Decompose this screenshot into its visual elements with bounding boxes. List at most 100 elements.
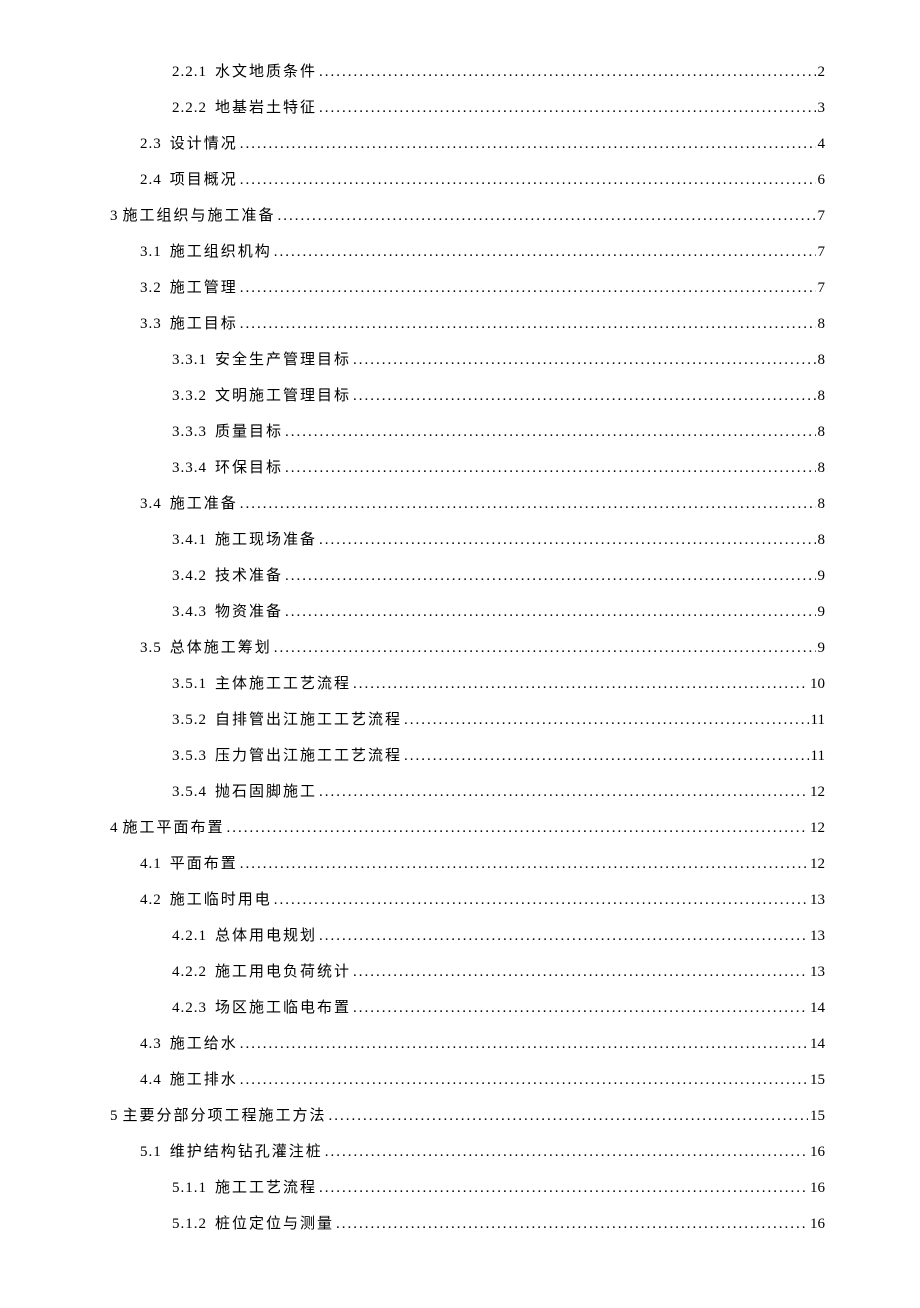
toc-section-title: 施工工艺流程 bbox=[215, 1176, 317, 1200]
toc-section-number: 4.4 bbox=[140, 1068, 162, 1092]
toc-leader-dots bbox=[319, 1176, 808, 1200]
toc-page-number: 13 bbox=[810, 960, 825, 984]
toc-entry[interactable]: 4.2.3场区施工临电布置14 bbox=[110, 996, 825, 1020]
toc-page-number: 8 bbox=[818, 384, 826, 408]
toc-leader-dots bbox=[240, 852, 808, 876]
toc-entry[interactable]: 3.4.2技术准备9 bbox=[110, 564, 825, 588]
toc-page-number: 12 bbox=[810, 852, 825, 876]
toc-page-number: 8 bbox=[818, 420, 826, 444]
toc-entry[interactable]: 2.2.2地基岩土特征3 bbox=[110, 96, 825, 120]
toc-section-number: 3 bbox=[110, 204, 119, 228]
toc-section-title: 安全生产管理目标 bbox=[215, 348, 351, 372]
toc-entry[interactable]: 5.1.2桩位定位与测量16 bbox=[110, 1212, 825, 1236]
toc-entry[interactable]: 3.4施工准备8 bbox=[110, 492, 825, 516]
toc-section-title: 施工临时用电 bbox=[170, 888, 272, 912]
toc-page-number: 9 bbox=[818, 564, 826, 588]
toc-section-number: 3.3 bbox=[140, 312, 162, 336]
toc-entry[interactable]: 3.1施工组织机构7 bbox=[110, 240, 825, 264]
toc-section-number: 3.5 bbox=[140, 636, 162, 660]
toc-section-title: 地基岩土特征 bbox=[215, 96, 317, 120]
toc-section-title: 施工现场准备 bbox=[215, 528, 317, 552]
toc-entry[interactable]: 2.2.1水文地质条件2 bbox=[110, 60, 825, 84]
toc-page-number: 16 bbox=[810, 1212, 825, 1236]
toc-page-number: 2 bbox=[818, 60, 826, 84]
toc-entry[interactable]: 4.2施工临时用电13 bbox=[110, 888, 825, 912]
toc-entry[interactable]: 3.3施工目标8 bbox=[110, 312, 825, 336]
toc-section-title: 抛石固脚施工 bbox=[215, 780, 317, 804]
toc-page-number: 16 bbox=[810, 1140, 825, 1164]
toc-page-number: 11 bbox=[811, 744, 825, 768]
toc-page-number: 7 bbox=[818, 276, 826, 300]
toc-section-title: 总体用电规划 bbox=[215, 924, 317, 948]
toc-page-number: 7 bbox=[818, 204, 826, 228]
toc-section-number: 4.1 bbox=[140, 852, 162, 876]
toc-page-number: 14 bbox=[810, 996, 825, 1020]
toc-page-number: 6 bbox=[818, 168, 826, 192]
toc-entry[interactable]: 4.3施工给水14 bbox=[110, 1032, 825, 1056]
toc-section-number: 4.2.3 bbox=[172, 996, 207, 1020]
toc-section-title: 施工用电负荷统计 bbox=[215, 960, 351, 984]
toc-entry[interactable]: 3.3.3质量目标8 bbox=[110, 420, 825, 444]
toc-page-number: 8 bbox=[818, 528, 826, 552]
toc-entry[interactable]: 2.4项目概况6 bbox=[110, 168, 825, 192]
toc-section-number: 3.5.2 bbox=[172, 708, 207, 732]
toc-entry[interactable]: 2.3设计情况4 bbox=[110, 132, 825, 156]
toc-page-number: 8 bbox=[818, 456, 826, 480]
toc-section-title: 物资准备 bbox=[215, 600, 283, 624]
toc-leader-dots bbox=[336, 1212, 808, 1236]
toc-leader-dots bbox=[285, 600, 815, 624]
toc-section-number: 3.4 bbox=[140, 492, 162, 516]
toc-section-number: 3.4.3 bbox=[172, 600, 207, 624]
toc-entry[interactable]: 3.5总体施工筹划9 bbox=[110, 636, 825, 660]
toc-entry[interactable]: 4.4施工排水15 bbox=[110, 1068, 825, 1092]
toc-section-title: 施工组织与施工准备 bbox=[123, 204, 276, 228]
toc-entry[interactable]: 3施工组织与施工准备 7 bbox=[110, 204, 825, 228]
toc-leader-dots bbox=[285, 420, 815, 444]
toc-page-number: 9 bbox=[818, 636, 826, 660]
toc-leader-dots bbox=[353, 384, 815, 408]
toc-entry[interactable]: 3.4.3物资准备9 bbox=[110, 600, 825, 624]
toc-page-number: 8 bbox=[818, 348, 826, 372]
toc-entry[interactable]: 4.2.1总体用电规划13 bbox=[110, 924, 825, 948]
toc-leader-dots bbox=[240, 1032, 808, 1056]
table-of-contents: 2.2.1水文地质条件22.2.2地基岩土特征32.3设计情况42.4项目概况6… bbox=[110, 60, 825, 1236]
toc-section-number: 3.3.2 bbox=[172, 384, 207, 408]
toc-section-title: 施工准备 bbox=[170, 492, 238, 516]
toc-entry[interactable]: 3.3.1 安全生产管理目标 8 bbox=[110, 348, 825, 372]
toc-page-number: 14 bbox=[810, 1032, 825, 1056]
toc-section-title: 施工目标 bbox=[170, 312, 238, 336]
toc-entry[interactable]: 3.5.4抛石固脚施工12 bbox=[110, 780, 825, 804]
toc-leader-dots bbox=[240, 1068, 808, 1092]
toc-leader-dots bbox=[274, 636, 816, 660]
toc-entry[interactable]: 3.2 施工管理 7 bbox=[110, 276, 825, 300]
toc-entry[interactable]: 3.5.3压力管出江施工工艺流程11 bbox=[110, 744, 825, 768]
toc-entry[interactable]: 3.4.1 施工现场准备 8 bbox=[110, 528, 825, 552]
toc-section-number: 3.3.1 bbox=[172, 348, 207, 372]
toc-entry[interactable]: 5.1维护结构钻孔灌注桩16 bbox=[110, 1140, 825, 1164]
toc-entry[interactable]: 3.5.1主体施工工艺流程10 bbox=[110, 672, 825, 696]
toc-entry[interactable]: 4施工平面布置12 bbox=[110, 816, 825, 840]
toc-leader-dots bbox=[319, 924, 808, 948]
toc-page-number: 7 bbox=[818, 240, 826, 264]
toc-entry[interactable]: 4.2.2 施工用电负荷统计 13 bbox=[110, 960, 825, 984]
toc-entry[interactable]: 4.1平面布置12 bbox=[110, 852, 825, 876]
toc-section-number: 3.2 bbox=[140, 276, 162, 300]
toc-entry[interactable]: 3.5.2自排管出江施工工艺流程11 bbox=[110, 708, 825, 732]
toc-section-title: 质量目标 bbox=[215, 420, 283, 444]
toc-section-title: 施工管理 bbox=[170, 276, 238, 300]
toc-page-number: 12 bbox=[810, 780, 825, 804]
toc-leader-dots bbox=[319, 528, 815, 552]
toc-section-number: 5 bbox=[110, 1104, 119, 1128]
toc-section-title: 桩位定位与测量 bbox=[215, 1212, 334, 1236]
toc-section-number: 3.4.1 bbox=[172, 528, 207, 552]
toc-entry[interactable]: 3.3.4环保目标8 bbox=[110, 456, 825, 480]
toc-entry[interactable]: 3.3.2文明施工管理目标8 bbox=[110, 384, 825, 408]
toc-leader-dots bbox=[329, 1104, 808, 1128]
toc-page-number: 4 bbox=[818, 132, 826, 156]
toc-entry[interactable]: 5主要分部分项工程施工方法15 bbox=[110, 1104, 825, 1128]
toc-entry[interactable]: 5.1.1施工工艺流程16 bbox=[110, 1176, 825, 1200]
toc-section-number: 4.2.2 bbox=[172, 960, 207, 984]
toc-section-number: 5.1.1 bbox=[172, 1176, 207, 1200]
toc-section-title: 设计情况 bbox=[170, 132, 238, 156]
toc-leader-dots bbox=[240, 168, 816, 192]
